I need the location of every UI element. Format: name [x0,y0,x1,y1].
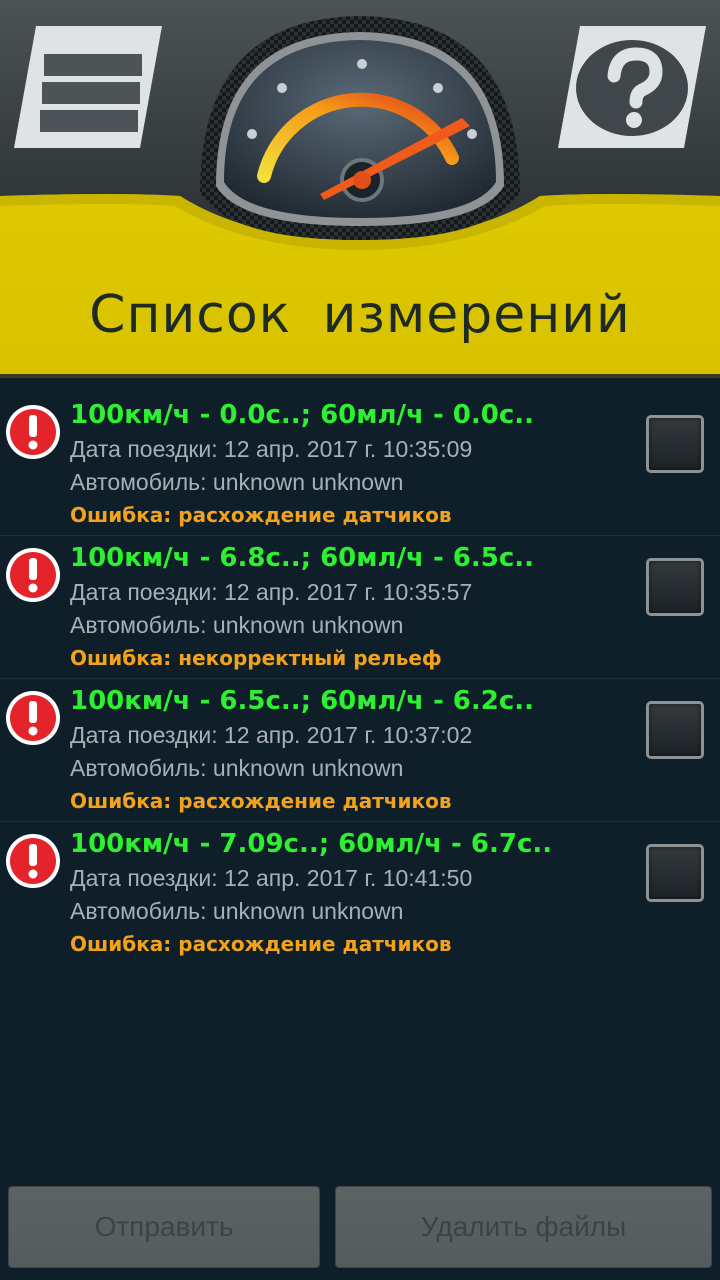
header: Список измерений [0,0,720,378]
error-text: Ошибка: расхождение датчиков [70,503,452,527]
bottom-action-bar: Отправить Удалить файлы [0,1176,720,1280]
measurement-title: 100км/ч - 0.0с..; 60мл/ч - 0.0с.. [70,400,535,430]
error-text: Ошибка: некорректный рельеф [70,646,442,670]
car-info: Автомобиль: unknown unknown [70,469,404,495]
error-text: Ошибка: расхождение датчиков [70,789,452,813]
list-item[interactable]: 100км/ч - 6.5с..; 60мл/ч - 6.2с.. Дата п… [0,679,720,822]
send-button[interactable]: Отправить [8,1186,320,1268]
car-info: Автомобиль: unknown unknown [70,755,404,781]
error-text: Ошибка: расхождение датчиков [70,932,452,956]
app-screen: Список измерений 100км/ч - 0.0с..; 60мл/… [0,0,720,1280]
help-button[interactable] [558,26,706,148]
delete-files-button[interactable]: Удалить файлы [335,1186,712,1268]
menu-button[interactable] [14,26,162,148]
measurement-title: 100км/ч - 6.8с..; 60мл/ч - 6.5с.. [70,543,535,573]
select-checkbox[interactable] [646,701,704,759]
list-menu-icon [40,54,142,132]
help-question-icon [576,40,688,136]
car-info: Автомобиль: unknown unknown [70,898,404,924]
error-exclamation-icon [6,834,60,888]
measurement-title: 100км/ч - 6.5с..; 60мл/ч - 6.2с.. [70,686,535,716]
trip-date: Дата поездки: 12 апр. 2017 г. 10:37:02 [70,722,473,748]
measurement-title: 100км/ч - 7.09с..; 60мл/ч - 6.7с.. [70,829,553,859]
error-exclamation-icon [6,548,60,602]
speedometer-gauge-icon [200,16,520,240]
trip-date: Дата поездки: 12 апр. 2017 г. 10:35:09 [70,436,473,462]
list-item[interactable]: 100км/ч - 7.09с..; 60мл/ч - 6.7с.. Дата … [0,822,720,965]
list-item[interactable]: 100км/ч - 0.0с..; 60мл/ч - 0.0с.. Дата п… [0,393,720,536]
page-title: Список измерений [89,285,631,345]
car-info: Автомобиль: unknown unknown [70,612,404,638]
error-exclamation-icon [6,405,60,459]
select-checkbox[interactable] [646,415,704,473]
list-item[interactable]: 100км/ч - 6.8с..; 60мл/ч - 6.5с.. Дата п… [0,536,720,679]
select-checkbox[interactable] [646,844,704,902]
error-exclamation-icon [6,691,60,745]
trip-date: Дата поездки: 12 апр. 2017 г. 10:35:57 [70,579,473,605]
select-checkbox[interactable] [646,558,704,616]
trip-date: Дата поездки: 12 апр. 2017 г. 10:41:50 [70,865,473,891]
measurement-list: 100км/ч - 0.0с..; 60мл/ч - 0.0с.. Дата п… [0,393,720,965]
